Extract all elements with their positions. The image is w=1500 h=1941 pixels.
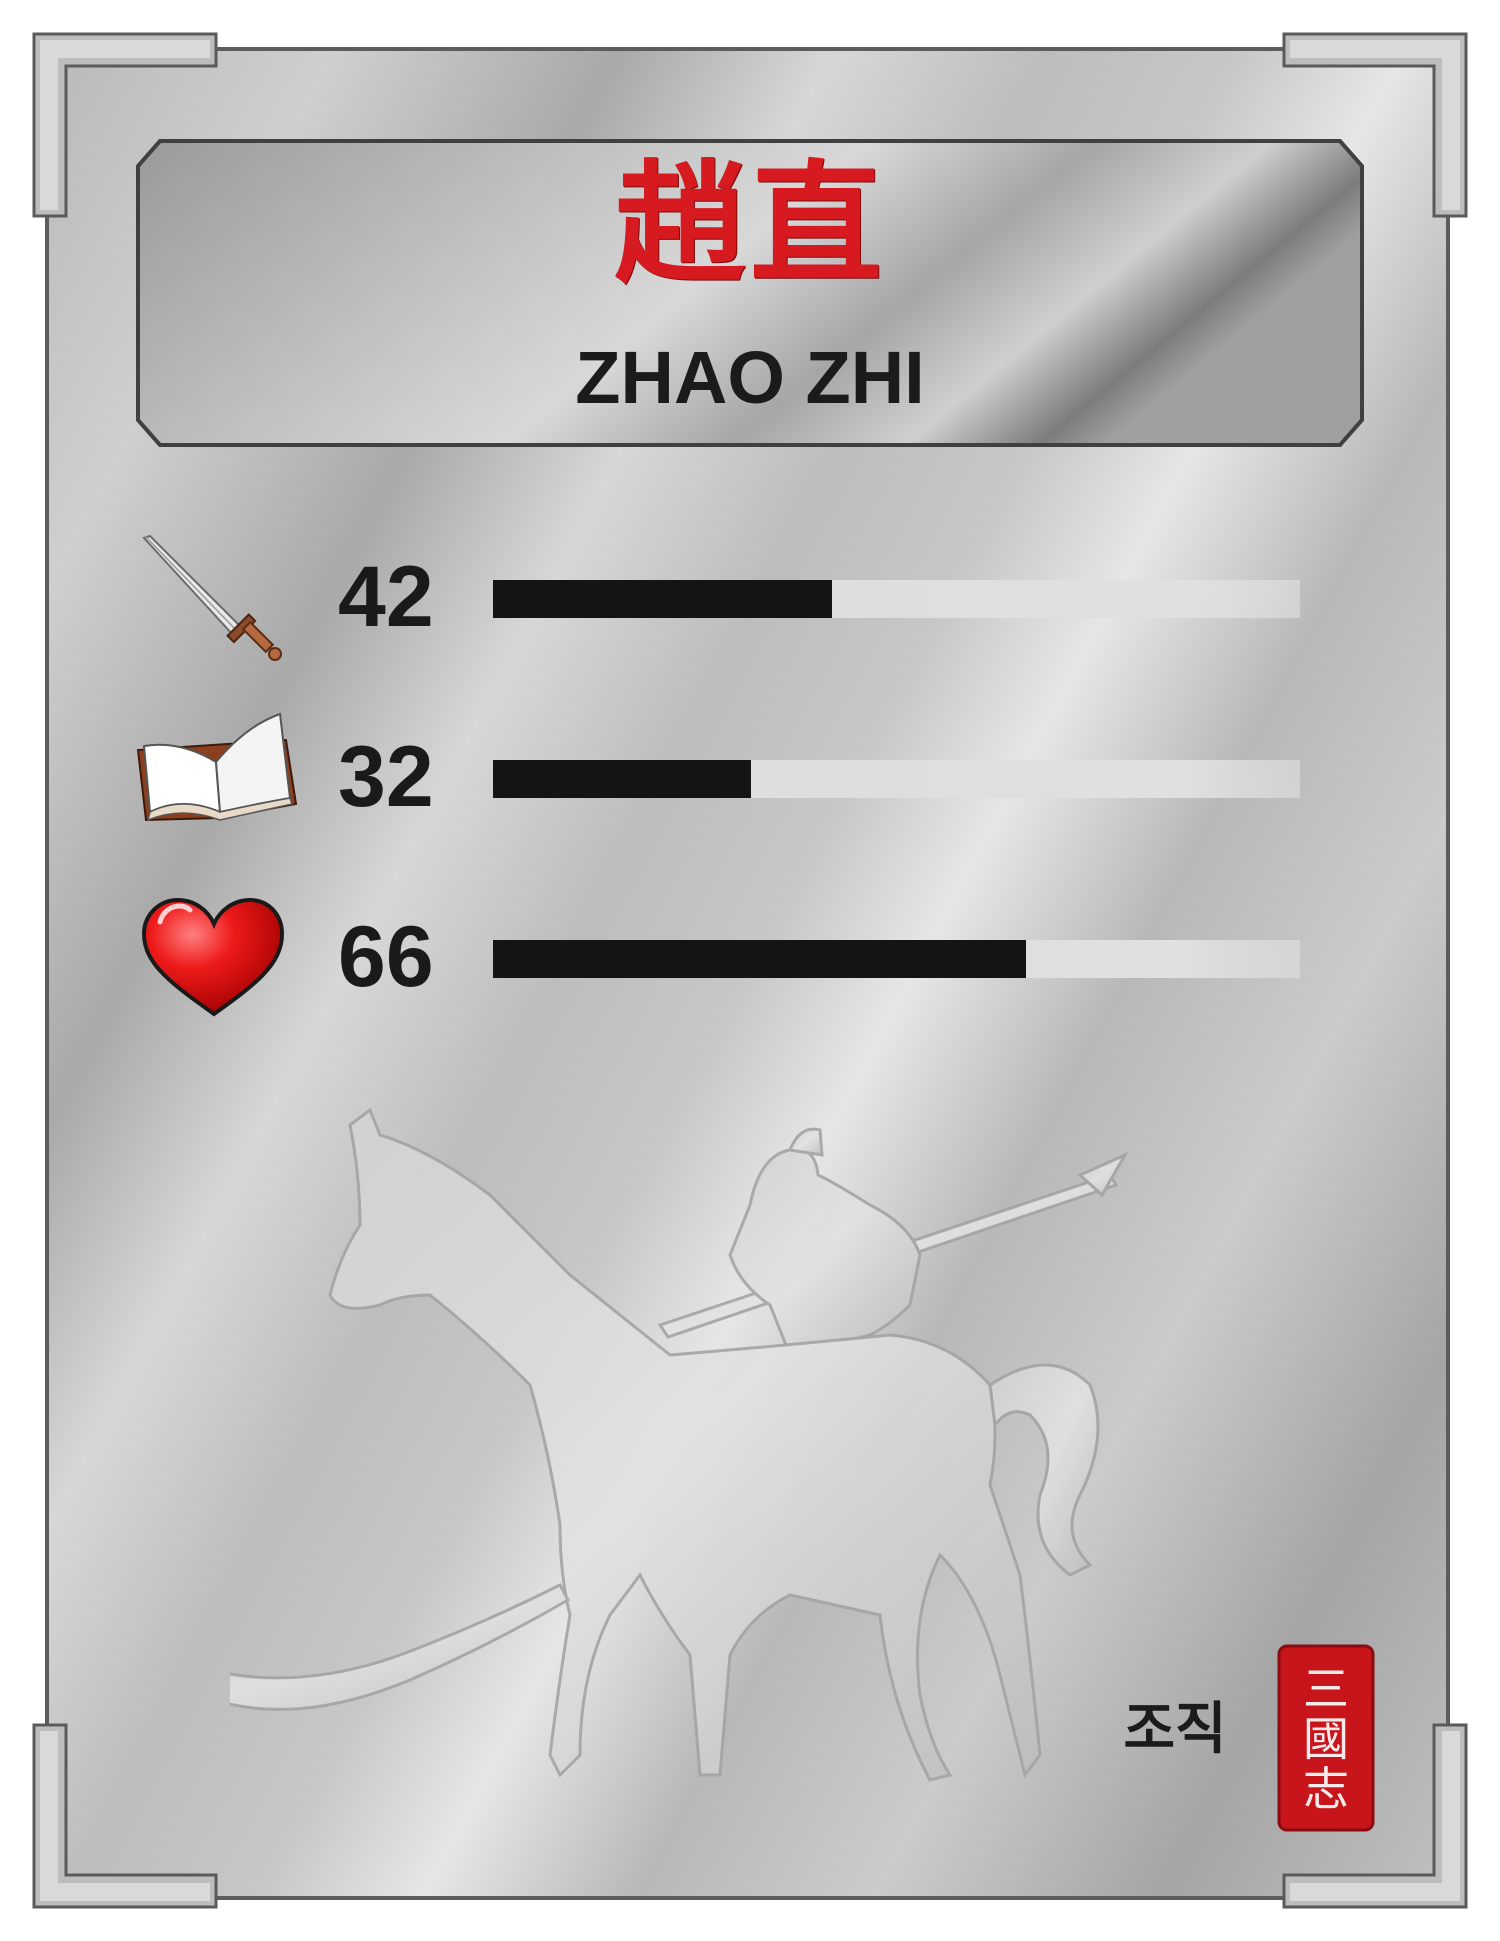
corner-bracket-bottom-left [32,1723,218,1909]
book-icon [136,712,298,822]
intelligence-bar [493,760,1300,798]
seal-character-3: 志 [1303,1762,1349,1816]
strength-value: 42 [338,549,434,645]
intelligence-bar-fill [493,760,752,798]
three-kingdoms-seal: 三 國 志 [1277,1644,1375,1832]
character-name-english: ZHAO ZHI [575,336,925,419]
seal-character-1: 三 [1303,1662,1349,1716]
strength-bar [493,580,1300,618]
stat-row-health: 66 [130,880,1330,1030]
character-name-chinese: 趙直 [614,148,886,302]
heart-icon [141,897,285,1017]
stat-row-strength: 42 [130,520,1330,670]
seal-character-2: 國 [1303,1712,1349,1766]
intelligence-value: 32 [338,729,434,825]
sword-icon [142,534,282,661]
health-bar [493,940,1300,978]
health-value: 66 [338,909,434,1005]
character-name-korean: 조직 [1123,1697,1227,1762]
health-bar-fill [493,940,1026,978]
horse-rider-silhouette [230,1107,1129,1782]
strength-bar-fill [493,580,832,618]
stat-row-intelligence: 32 [130,700,1330,850]
